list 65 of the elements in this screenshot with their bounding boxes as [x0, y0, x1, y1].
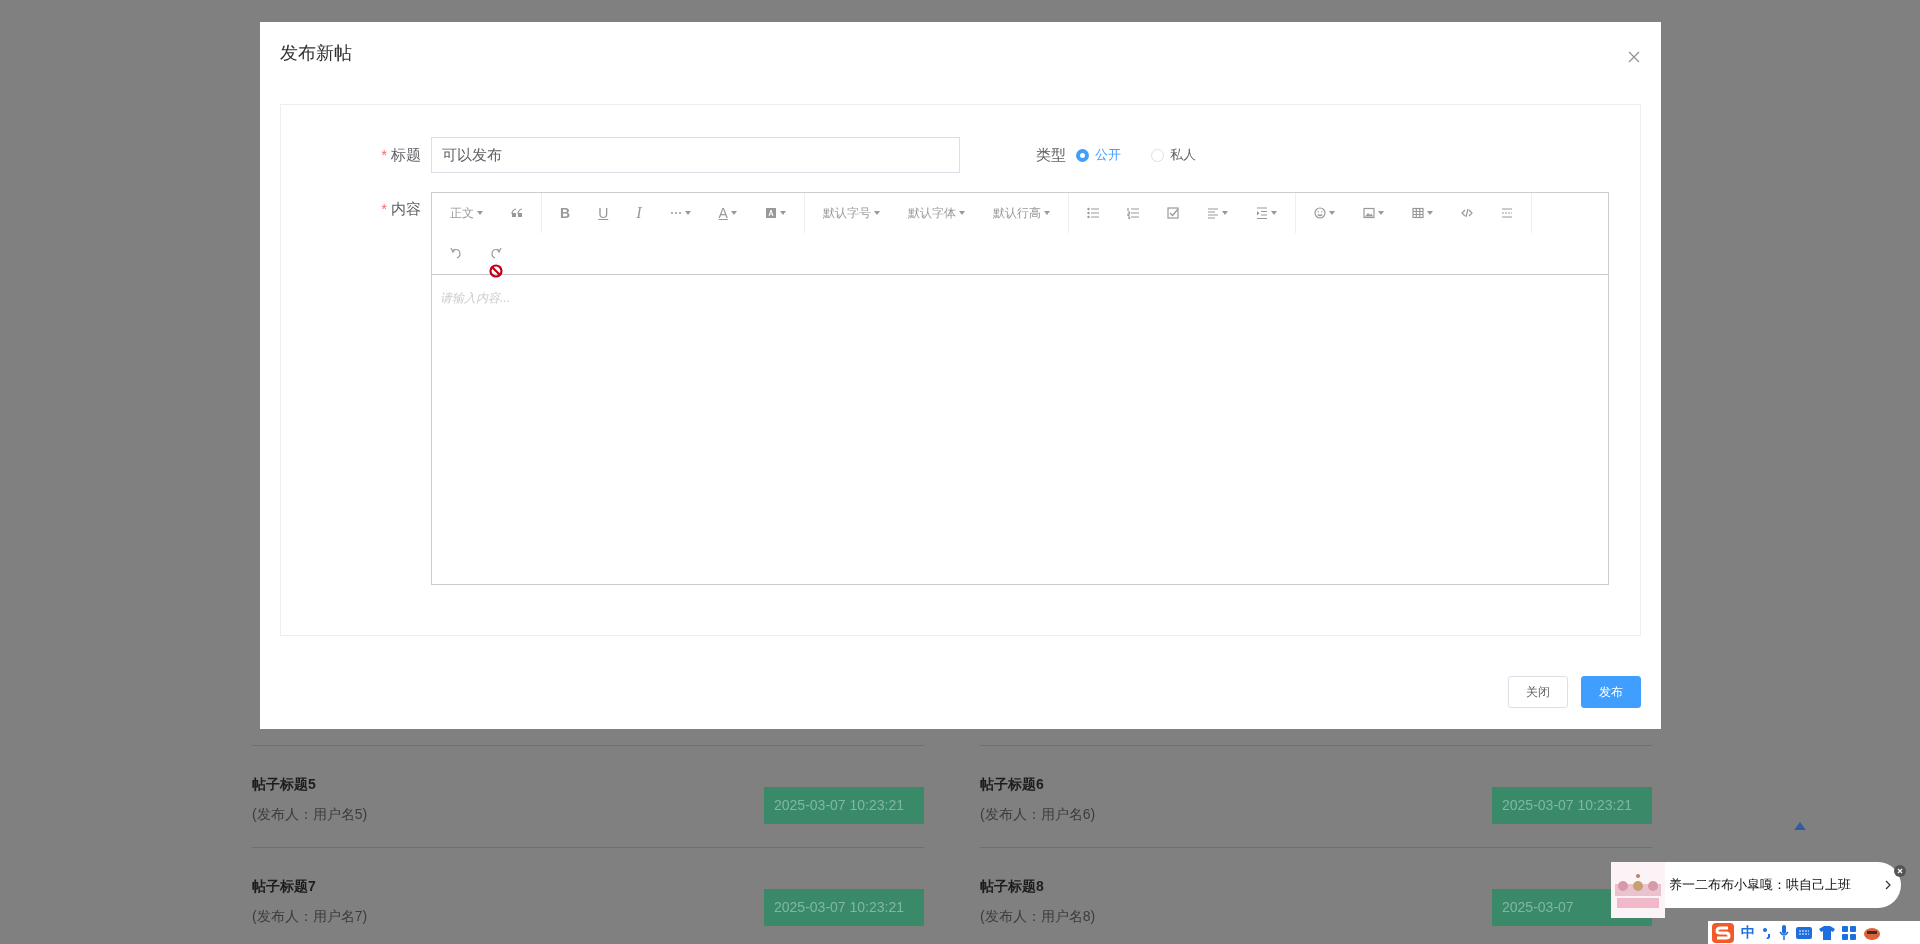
punctuation-icon[interactable] [1762, 926, 1772, 939]
caret-icon [730, 211, 737, 215]
caret-icon [873, 211, 880, 215]
align-icon [1206, 207, 1219, 219]
grid-icon[interactable] [1842, 925, 1856, 940]
smiley-icon [1313, 207, 1326, 219]
caret-icon [1221, 211, 1228, 215]
italic-button[interactable]: I [622, 193, 656, 233]
notification-text: 养一二布布小皐嘎：哄自己上班 [1669, 876, 1852, 895]
table-icon [1411, 207, 1424, 219]
chevron-right-icon[interactable] [1885, 880, 1891, 890]
post-author: (发布人：用户名6) [980, 805, 1096, 824]
dropdown-button[interactable]: 默认行高 [978, 193, 1064, 233]
caret-icon [1328, 211, 1335, 215]
field-label: 类型 [1036, 144, 1066, 165]
redo-icon [490, 247, 502, 259]
post-time: 2025-03-07 10:23:21 [1492, 787, 1652, 824]
shirt-icon[interactable] [1819, 925, 1835, 940]
numbered-list-icon [1126, 207, 1139, 219]
dialog-title: 发布新帖 [280, 41, 352, 65]
caret-icon [1377, 211, 1384, 215]
dropdown-button[interactable]: 正文 [436, 193, 497, 233]
caret-icon [958, 211, 965, 215]
indent-icon [1255, 207, 1268, 219]
caret-icon [477, 211, 483, 215]
post-time: 2025-03-07 10:23:21 [764, 787, 924, 824]
radio-option[interactable]: 私人 [1151, 145, 1196, 165]
post-author: (发布人：用户名8) [980, 907, 1096, 926]
title-input[interactable]: 可以发布 [431, 137, 960, 173]
field-label: * 内容 [380, 199, 422, 219]
highlight-icon [764, 207, 777, 219]
ime-logo-icon[interactable] [1712, 922, 1734, 943]
bold-button[interactable]: B [546, 193, 585, 233]
caret-icon [684, 211, 691, 215]
caret-icon [1043, 211, 1050, 215]
checkbox-icon [1166, 207, 1179, 219]
notification-popup[interactable]: 养一二布布小皐嘎：哄自己上班 [1665, 862, 1901, 908]
dropdown-button[interactable]: 默认字体 [893, 193, 979, 233]
close-button[interactable]: 关闭 [1508, 676, 1568, 708]
post-time: 2025-03-07 10:23:21 [764, 889, 924, 926]
post-title[interactable]: 帖子标题6 [980, 774, 1096, 794]
dropdown-button[interactable]: 默认字号 [808, 193, 894, 233]
post-title[interactable]: 帖子标题7 [252, 876, 368, 896]
code-icon [1460, 207, 1473, 219]
caret-icon [779, 211, 786, 215]
bulleted-list-icon [1086, 207, 1099, 219]
font-color-button[interactable]: A [704, 193, 751, 233]
post-title[interactable]: 帖子标题8 [980, 876, 1096, 896]
horizontal-rule-icon [1500, 207, 1513, 219]
field-label: * 标题 [380, 144, 422, 165]
post-author: (发布人：用户名7) [252, 907, 368, 926]
scroll-top-icon[interactable] [1794, 822, 1806, 830]
undo-icon [450, 247, 462, 259]
underline-button[interactable]: U [584, 193, 623, 233]
post-title[interactable]: 帖子标题5 [252, 774, 368, 794]
caret-icon [1426, 211, 1433, 215]
quote-icon [511, 207, 523, 219]
publish-button[interactable]: 发布 [1581, 676, 1641, 708]
input-mode-text[interactable]: 中 [1741, 922, 1755, 943]
image-icon [1362, 207, 1375, 219]
keyboard-icon[interactable] [1796, 926, 1812, 939]
radio-option[interactable]: 公开 [1076, 145, 1121, 165]
microphone-icon[interactable] [1779, 924, 1789, 941]
caret-icon [1270, 211, 1277, 215]
post-author: (发布人：用户名5) [252, 805, 368, 824]
